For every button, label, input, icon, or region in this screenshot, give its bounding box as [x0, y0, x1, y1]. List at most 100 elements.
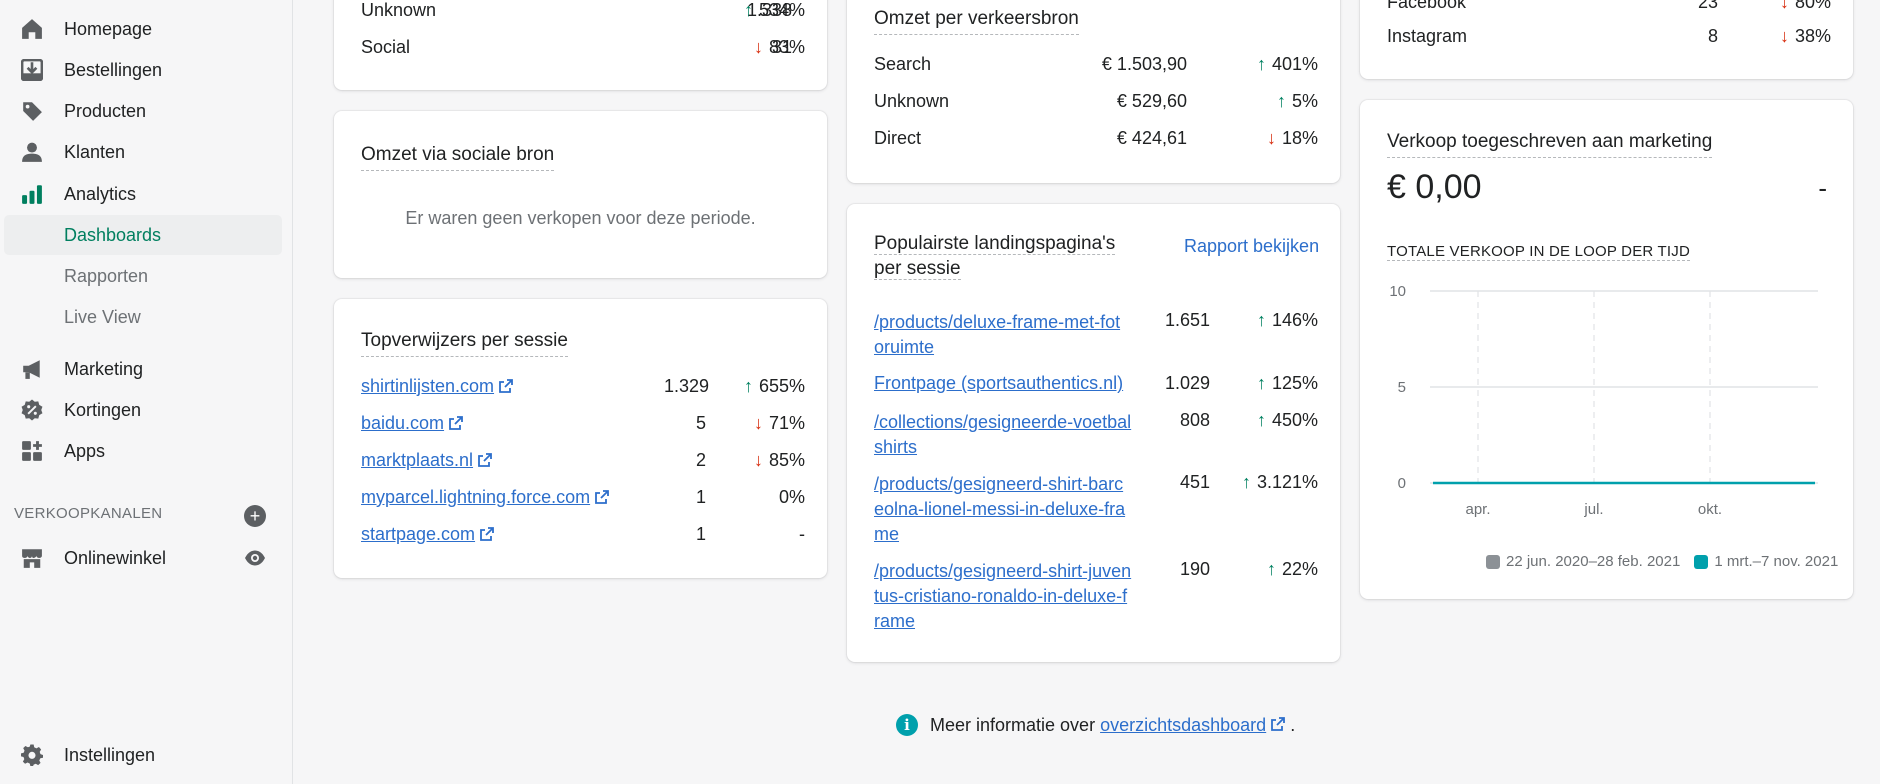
overview-dashboard-link[interactable]: overzichtsdashboard: [1100, 715, 1266, 736]
sidebar-item-label: Onlinewinkel: [64, 547, 167, 568]
arrow-up-icon: ↑: [1256, 410, 1266, 430]
total-amount: € 0,00: [1387, 168, 1482, 206]
legend-swatch: [1486, 554, 1500, 569]
row-label: Search: [874, 54, 932, 74]
row-change: ↓ 80%: [1723, 0, 1831, 13]
footer-text: Meer informatie over: [930, 714, 1096, 735]
row-value: 190: [1179, 559, 1210, 579]
marketing-attributed-sales-card: Verkoop toegeschreven aan marketing € 0,…: [1360, 100, 1853, 599]
info-icon: i: [896, 714, 918, 736]
apps-icon: [20, 439, 44, 463]
discount-icon: [20, 398, 44, 422]
add-channel-button[interactable]: +: [244, 505, 266, 527]
row-label: Social: [361, 37, 411, 57]
empty-state-text: Er waren geen verkopen voor deze periode…: [405, 208, 756, 228]
external-link-icon: [478, 451, 492, 472]
external-link-icon: [449, 414, 463, 435]
external-link-icon: [1271, 715, 1286, 736]
landing-page-link[interactable]: Frontpage (sportsauthentics.nl): [874, 373, 1123, 394]
external-link-icon: [499, 377, 513, 398]
sidebar-item-label: Kortingen: [64, 399, 142, 420]
x-tick-label: jul.: [1583, 501, 1603, 518]
store-icon: [20, 546, 44, 570]
sales-over-time-chart: 10 5 0 apr. jul. okt.: [1389, 283, 1818, 518]
row-change: ↓ 85%: [753, 450, 805, 470]
row-label: Unknown: [874, 91, 950, 111]
tag-icon: [20, 99, 44, 123]
row-change: ↑ 450%: [1256, 410, 1318, 430]
landing-page-link[interactable]: /collections/gesigneerde-voetbal shirts: [874, 410, 1131, 460]
row-value: 1.029: [1164, 373, 1210, 393]
row-change: ↓ 18%: [1266, 128, 1318, 148]
sidebar-item-settings[interactable]: Instellingen: [0, 735, 293, 775]
row-change: 0%: [778, 487, 805, 507]
eye-icon[interactable]: [244, 548, 268, 568]
legend-swatch: [1694, 554, 1709, 569]
row-value: € 529,60: [1116, 91, 1187, 111]
sidebar-item-apps[interactable]: Apps: [0, 431, 293, 471]
landing-page-link[interactable]: /products/deluxe-frame-met-fot oruimte: [874, 310, 1120, 360]
top-referrers-card: Topverwijzers per sessie shirtinlijsten.…: [334, 299, 827, 578]
row-change: ↑ 534%: [743, 0, 805, 20]
footer-suffix: .: [1290, 714, 1296, 735]
x-tick-label: apr.: [1465, 501, 1490, 518]
sessions-by-social-source-card: Facebook 23 ↓ 80% Instagram 8 ↓ 38%: [1360, 0, 1853, 79]
person-icon: [20, 140, 44, 164]
sidebar-subitem-reports[interactable]: Rapporten: [4, 256, 282, 296]
legend-label: 22 jun. 2020–28 feb. 2021: [1506, 553, 1681, 570]
y-tick-label: 5: [1398, 379, 1406, 396]
sidebar-item-label: Marketing: [64, 358, 144, 379]
arrow-down-icon: ↓: [1779, 0, 1789, 12]
sidebar-item-label: Homepage: [64, 18, 153, 39]
row-value: € 1.503,90: [1101, 54, 1187, 74]
sidebar-subitem-label: Live View: [64, 306, 141, 327]
row-value: 1.651: [1164, 310, 1210, 330]
row-value: € 424,61: [1116, 128, 1187, 148]
sidebar-item-label: Klanten: [64, 141, 126, 162]
row-change: ↓ 71%: [753, 413, 805, 433]
arrow-down-icon: ↓: [753, 413, 763, 433]
sidebar-item-label: Apps: [64, 440, 106, 461]
sidebar-subitem-live-view[interactable]: Live View: [4, 297, 282, 337]
sidebar-subitem-dashboards[interactable]: Dashboards: [4, 215, 282, 255]
card-title: Populairste landingspagina's per sessie: [874, 233, 1116, 280]
amount-change: -: [1818, 173, 1827, 203]
row-change: ↓ 38%: [1779, 26, 1831, 46]
sidebar-item-label: Producten: [64, 100, 147, 121]
referrer-link[interactable]: myparcel.lightning.force.com: [361, 487, 610, 509]
arrow-up-icon: ↑: [743, 376, 753, 396]
row-change: ↑ 146%: [1256, 310, 1318, 330]
revenue-by-traffic-source-card: Omzet per verkeersbron Search € 1.503,90…: [847, 0, 1340, 183]
sidebar-item-orders[interactable]: Bestellingen: [0, 50, 293, 90]
sidebar-item-homepage[interactable]: Homepage: [0, 9, 293, 49]
external-link-icon: [595, 488, 610, 509]
sidebar-item-analytics[interactable]: Analytics: [0, 174, 293, 214]
sidebar-item-label: Bestellingen: [64, 59, 163, 80]
row-change: ↑ 3.121%: [1241, 472, 1318, 492]
sidebar-subitem-label: Rapporten: [64, 265, 149, 286]
referrer-link[interactable]: baidu.com: [361, 413, 463, 435]
referrer-link[interactable]: startpage.com: [361, 524, 494, 546]
row-change: ↑ 655%: [743, 376, 805, 396]
arrow-up-icon: ↑: [1276, 91, 1286, 111]
referrer-link[interactable]: marktplaats.nl: [361, 450, 492, 472]
landing-page-link[interactable]: /products/gesigneerd-shirt-barc eolna-lio…: [874, 472, 1125, 547]
social-revenue-card: Omzet via sociale bron Er waren geen ver…: [334, 111, 827, 278]
arrow-up-icon: ↑: [1256, 54, 1266, 74]
sidebar-item-customers[interactable]: Klanten: [0, 132, 293, 172]
arrow-down-icon: ↓: [1779, 26, 1789, 46]
arrow-up-icon: ↑: [1256, 373, 1266, 393]
row-label: Instagram: [1387, 26, 1468, 46]
sidebar-item-discounts[interactable]: Kortingen: [0, 390, 293, 430]
sidebar-item-marketing[interactable]: Marketing: [0, 349, 293, 389]
arrow-down-icon: ↓: [753, 450, 763, 470]
card-title: Verkoop toegeschreven aan marketing: [1387, 130, 1713, 158]
y-tick-label: 0: [1398, 475, 1406, 492]
footer-info: i Meer informatie over overzichtsdashboa…: [896, 714, 1295, 736]
referrer-link[interactable]: shirtinlijsten.com: [361, 376, 513, 398]
landing-page-link[interactable]: /products/gesigneerd-shirt-juven tus-cris…: [874, 559, 1131, 634]
arrow-down-icon: ↓: [1266, 128, 1276, 148]
sales-channels-title: VERKOOPKANALEN: [14, 505, 163, 522]
view-report-link[interactable]: Rapport bekijken: [1184, 236, 1319, 257]
sidebar-item-products[interactable]: Producten: [0, 91, 293, 131]
